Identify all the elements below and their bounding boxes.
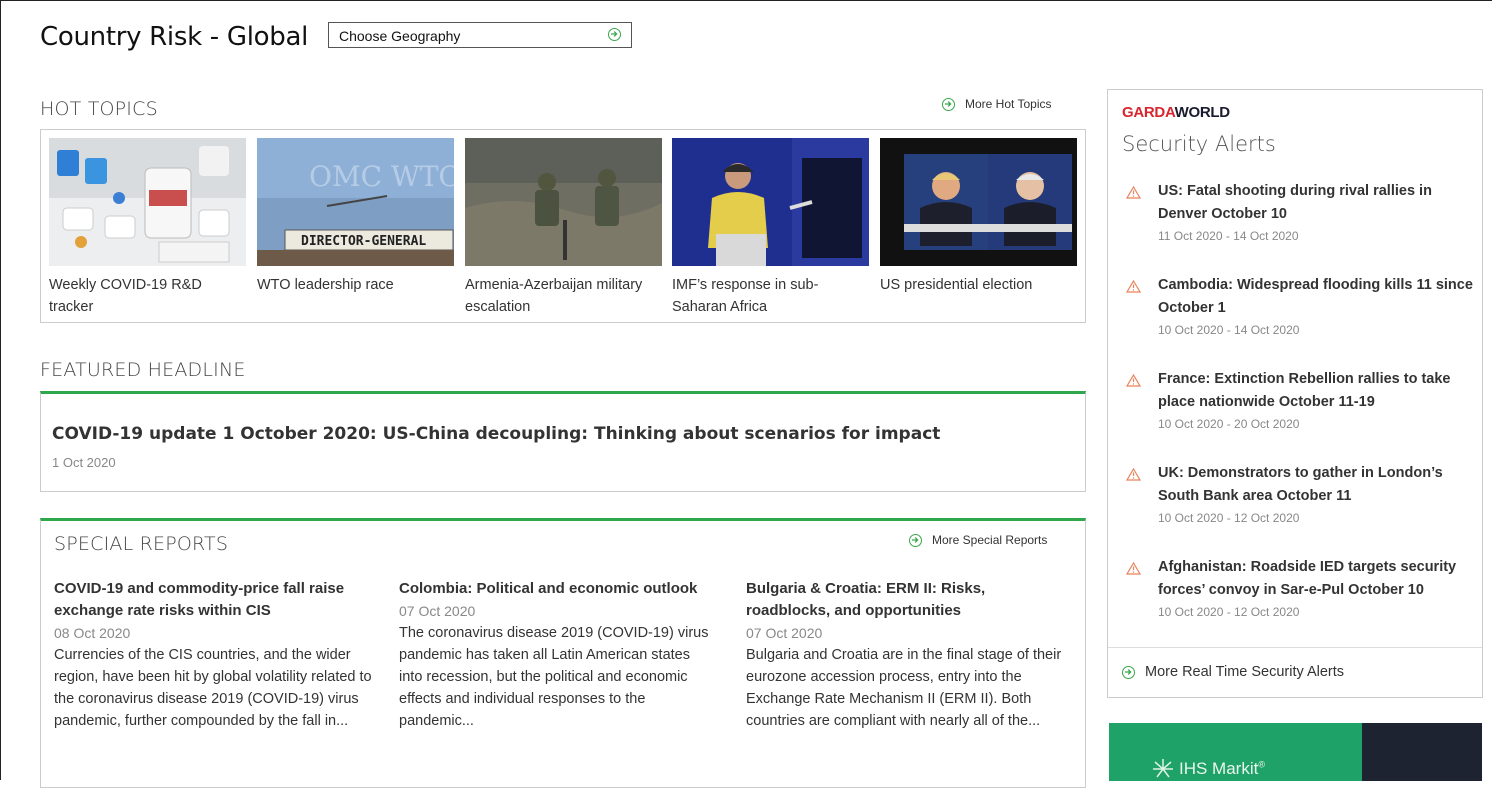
ihs-markit-ad[interactable]: IHS Markit® [1109,723,1482,781]
hot-topic-caption: Weekly COVID-19 R&D tracker [49,277,202,315]
choose-geography-label: Choose Geography [339,28,461,44]
security-alert-item[interactable]: Afghanistan: Roadside IED targets securi… [1122,556,1482,622]
security-alerts-heading: Security Alerts [1122,132,1276,156]
special-report-item: COVID-19 and commodity-price fall raise … [54,578,372,732]
hot-topic-caption: WTO leadership race [257,277,394,293]
warning-triangle-icon [1125,185,1142,204]
featured-headline-title[interactable]: COVID-19 update 1 October 2020: US-China… [52,424,940,444]
security-alert-dates: 11 Oct 2020 - 14 Oct 2020 [1158,229,1299,243]
circle-arrow-icon [909,533,922,547]
special-report-title[interactable]: Colombia: Political and economic outlook [399,578,717,600]
wto-podium-image: OMC WTO DIRECTOR-GENERAL [257,138,454,266]
security-alert-title: Afghanistan: Roadside IED targets securi… [1158,559,1457,598]
sidebar-divider [1108,647,1482,648]
hot-topic-caption: US presidential election [880,277,1033,293]
special-report-summary: Bulgaria and Croatia are in the final st… [746,647,1062,729]
hot-topic-tile[interactable]: Armenia-Azerbaijan military escalation [465,138,662,318]
security-alert-dates: 10 Oct 2020 - 14 Oct 2020 [1158,323,1300,337]
security-alerts-panel: GARDAWORLD Security Alerts US: Fatal sho… [1107,89,1483,698]
hot-topic-tile[interactable]: Weekly COVID-19 R&D tracker [49,138,246,318]
covid-vials-image [49,138,246,266]
us-debate-image [880,138,1077,266]
security-alert-dates: 10 Oct 2020 - 12 Oct 2020 [1158,605,1300,619]
more-special-reports-link[interactable]: More Special Reports [909,533,1047,547]
security-alert-title: US: Fatal shooting during rival rallies … [1158,183,1432,222]
security-alert-title: France: Extinction Rebellion rallies to … [1158,371,1451,410]
circle-arrow-icon[interactable] [608,28,621,41]
special-report-summary: The coronavirus disease 2019 (COVID-19) … [399,625,709,729]
special-report-summary: Currencies of the CIS countries, and the… [54,647,372,729]
gardaworld-logo: GARDAWORLD [1122,104,1230,121]
ihs-markit-logo-icon [1151,757,1175,781]
security-alert-dates: 10 Oct 2020 - 20 Oct 2020 [1158,417,1300,431]
featured-headline-panel: COVID-19 update 1 October 2020: US-China… [40,391,1086,492]
circle-arrow-icon [1122,665,1135,679]
security-alert-item[interactable]: UK: Demonstrators to gather in London’s … [1122,462,1482,528]
warning-triangle-icon [1125,561,1142,580]
special-report-date: 07 Oct 2020 [746,625,823,641]
ihs-markit-ad-text: IHS Markit® [1179,759,1265,778]
ad-dark-panel [1362,723,1482,781]
special-report-title[interactable]: Bulgaria & Croatia: ERM II: Risks, roadb… [746,578,1064,622]
hot-topic-caption: IMF’s response in sub-Saharan Africa [672,277,819,315]
security-alert-item[interactable]: France: Extinction Rebellion rallies to … [1122,368,1482,434]
director-general-sign: DIRECTOR-GENERAL [301,234,426,249]
security-alert-title: UK: Demonstrators to gather in London’s … [1158,465,1443,504]
armenia-soldiers-image [465,138,662,266]
security-alert-item[interactable]: US: Fatal shooting during rival rallies … [1122,180,1482,246]
special-report-title[interactable]: COVID-19 and commodity-price fall raise … [54,578,372,622]
security-alert-item[interactable]: Cambodia: Widespread flooding kills 11 s… [1122,274,1482,340]
hot-topic-tile[interactable]: IMF’s response in sub-Saharan Africa [672,138,869,318]
hot-topics-panel: Weekly COVID-19 R&D tracker OMC WTO DIRE… [40,129,1086,323]
imf-speaker-image [672,138,869,266]
more-special-reports-label: More Special Reports [932,533,1048,547]
more-hot-topics-link[interactable]: More Hot Topics [942,97,1051,111]
choose-geography-select[interactable]: Choose Geography [328,22,632,48]
more-security-alerts-link[interactable]: More Real Time Security Alerts [1122,664,1344,680]
circle-arrow-icon [942,97,955,111]
page-title: Country Risk - Global [40,22,308,52]
special-report-date: 07 Oct 2020 [399,603,476,619]
special-reports-heading: SPECIAL REPORTS [54,533,229,555]
warning-triangle-icon [1125,373,1142,392]
special-report-date: 08 Oct 2020 [54,625,131,641]
hot-topics-heading: HOT TOPICS [40,98,158,120]
more-security-alerts-label: More Real Time Security Alerts [1145,664,1345,680]
hot-topic-tile[interactable]: OMC WTO DIRECTOR-GENERAL WTO leadership … [257,138,454,296]
featured-headline-heading: FEATURED HEADLINE [40,359,246,381]
featured-headline-date: 1 Oct 2020 [52,455,116,470]
warning-triangle-icon [1125,279,1142,298]
security-alert-dates: 10 Oct 2020 - 12 Oct 2020 [1158,511,1300,525]
more-hot-topics-label: More Hot Topics [965,97,1052,111]
special-reports-panel: SPECIAL REPORTS More Special Reports COV… [40,518,1086,788]
special-report-item: Colombia: Political and economic outlook… [399,578,717,732]
security-alert-title: Cambodia: Widespread flooding kills 11 s… [1158,277,1473,316]
special-report-item: Bulgaria & Croatia: ERM II: Risks, roadb… [746,578,1064,732]
hot-topic-caption: Armenia-Azerbaijan military escalation [465,277,643,315]
hot-topic-tile[interactable]: US presidential election [880,138,1077,296]
wto-backdrop-text: OMC WTO [309,160,454,193]
warning-triangle-icon [1125,467,1142,486]
